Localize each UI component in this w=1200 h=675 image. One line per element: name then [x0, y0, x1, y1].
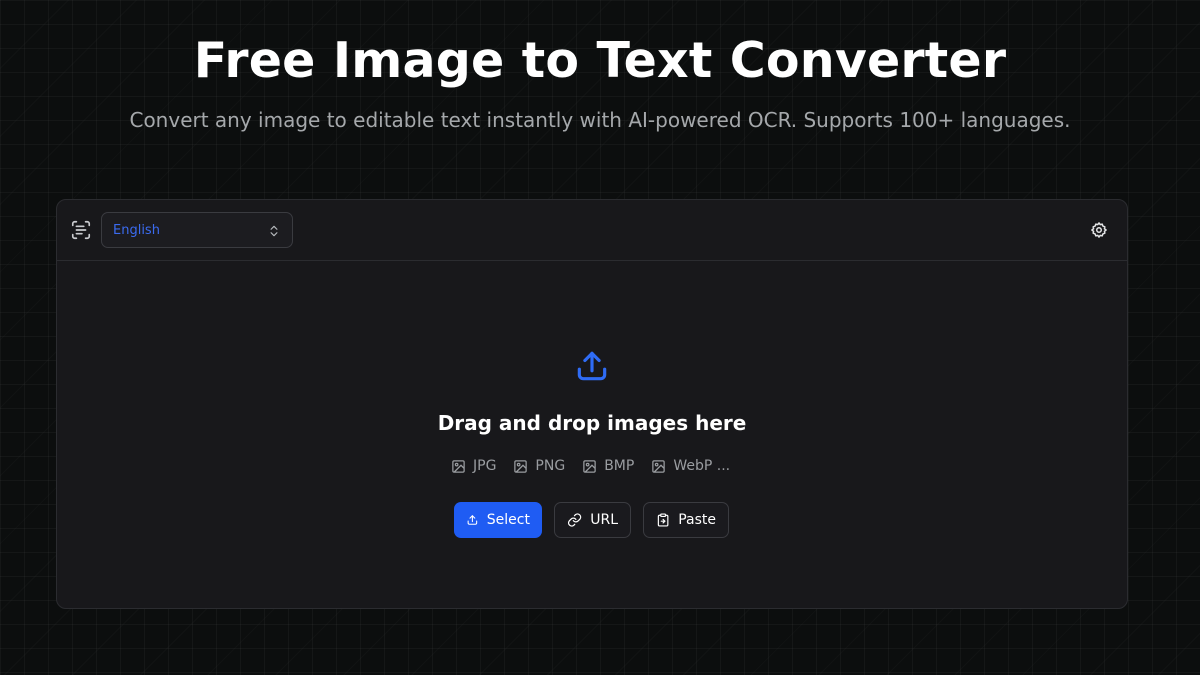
url-button-label: URL: [590, 512, 618, 528]
chevron-up-down-icon: [267, 223, 281, 237]
converter-panel: English Drag and drop images here JPG PN…: [56, 199, 1128, 609]
format-bmp: BMP: [582, 458, 634, 474]
link-icon: [567, 513, 582, 527]
select-button[interactable]: Select: [454, 502, 542, 538]
page-subtitle: Convert any image to editable text insta…: [129, 108, 1071, 132]
format-label: JPG: [473, 458, 497, 474]
select-button-label: Select: [486, 512, 530, 528]
format-webp: WebP ...: [651, 458, 730, 474]
scan-text-icon[interactable]: [70, 219, 92, 241]
image-icon: [652, 459, 666, 473]
page-title: Free Image to Text Converter: [193, 32, 1007, 89]
image-icon: [514, 459, 528, 473]
upload-icon: [573, 347, 611, 385]
dropzone[interactable]: Drag and drop images here JPG PNG BMP We…: [57, 262, 1127, 608]
format-label: PNG: [535, 458, 566, 474]
image-icon: [452, 459, 465, 473]
upload-icon: [467, 515, 478, 525]
dropzone-title: Drag and drop images here: [437, 411, 747, 435]
supported-formats: JPG PNG BMP WebP ...: [451, 458, 730, 474]
language-select[interactable]: English: [101, 212, 293, 248]
language-select-value: English: [113, 222, 160, 238]
format-label: WebP ...: [673, 458, 731, 474]
format-png: PNG: [513, 458, 565, 474]
clipboard-icon: [657, 513, 669, 527]
upload-actions: Select URL Paste: [454, 502, 729, 538]
url-button[interactable]: URL: [554, 502, 631, 538]
image-icon: [583, 459, 596, 473]
format-jpg: JPG: [451, 458, 496, 474]
paste-button-label: Paste: [678, 512, 716, 528]
paste-button[interactable]: Paste: [643, 502, 729, 538]
format-label: BMP: [604, 458, 635, 474]
gear-icon[interactable]: [1090, 221, 1108, 239]
converter-toolbar: English: [57, 200, 1127, 261]
